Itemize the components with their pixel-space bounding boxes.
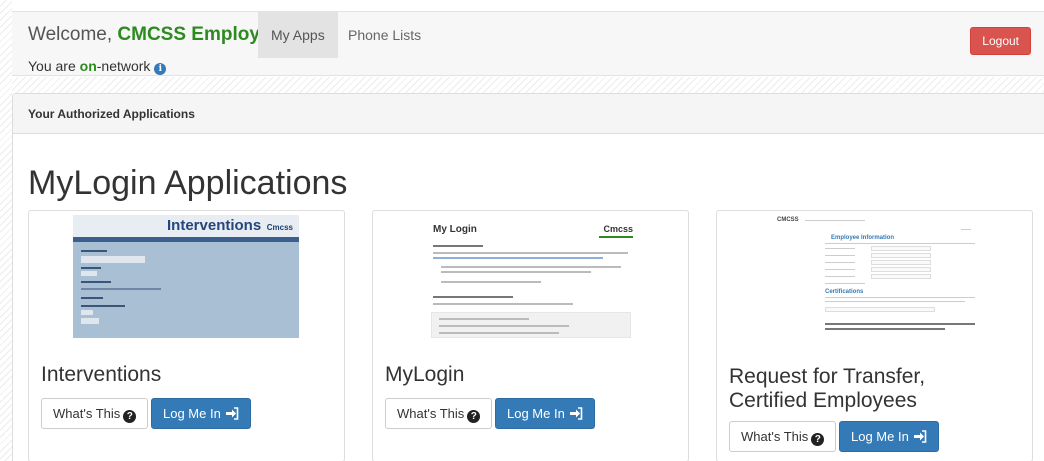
app-card-interventions: Interventions Cmcss Interventions What's… — [28, 210, 345, 461]
app-title: Interventions — [41, 363, 162, 386]
tab-phone-lists[interactable]: Phone Lists — [335, 12, 434, 58]
welcome-text: Welcome, CMCSS Employee — [28, 24, 281, 46]
cmcss-logo: Cmcss — [603, 224, 633, 234]
authorized-apps-panel: Your Authorized Applications MyLogin App… — [12, 93, 1044, 461]
request-transfer-thumbnail[interactable]: CMCSS Employee Information Certification… — [761, 215, 987, 338]
log-me-in-label: Log Me In — [163, 406, 221, 421]
app-card-request-transfer: CMCSS Employee Information Certification… — [716, 210, 1033, 461]
mylogin-thumbnail[interactable]: My Login Cmcss — [417, 215, 643, 338]
whats-this-button[interactable]: What's This? — [385, 398, 493, 429]
thumbnail-title: My Login — [433, 224, 477, 235]
login-icon — [913, 424, 927, 453]
network-prefix: You are — [28, 58, 76, 74]
network-status: You are on-network i — [28, 58, 167, 75]
whats-this-label: What's This — [397, 406, 465, 421]
log-me-in-label: Log Me In — [851, 429, 909, 444]
tab-my-apps[interactable]: My Apps — [258, 12, 338, 58]
whats-this-button[interactable]: What's This? — [729, 421, 837, 452]
question-icon: ? — [123, 410, 137, 423]
app-title: MyLogin — [385, 363, 465, 386]
app-title-line-2: Certified Employees — [729, 389, 917, 412]
whats-this-label: What's This — [741, 429, 809, 444]
network-on-label: on — [79, 58, 97, 74]
whats-this-button[interactable]: What's This? — [41, 398, 149, 429]
left-rail — [0, 0, 12, 461]
navbar: Welcome, CMCSS Employee You are on-netwo… — [12, 11, 1044, 76]
network-suffix: -network — [96, 58, 151, 74]
thumbnail-section: Employee Information — [831, 235, 895, 241]
whats-this-label: What's This — [53, 406, 121, 421]
thumbnail-header: CMCSS — [777, 217, 799, 223]
thumbnail-section-2: Certifications — [825, 289, 864, 295]
user-name: CMCSS Employee — [117, 24, 282, 45]
logout-button[interactable]: Logout — [970, 27, 1031, 55]
question-icon: ? — [467, 410, 481, 423]
log-me-in-label: Log Me In — [507, 406, 565, 421]
welcome-prefix: Welcome, — [28, 24, 113, 45]
app-title-line-1: Request for Transfer, — [729, 365, 926, 388]
app-title: Request for Transfer, Certified Employee… — [729, 365, 925, 413]
panel-heading: Your Authorized Applications — [13, 94, 1044, 134]
question-icon: ? — [811, 433, 825, 446]
log-me-in-button[interactable]: Log Me In — [839, 421, 939, 452]
app-card-mylogin: My Login Cmcss MyLogin What's This? Log … — [372, 210, 689, 461]
thumbnail-title: Interventions — [167, 217, 262, 234]
log-me-in-button[interactable]: Log Me In — [495, 398, 595, 429]
hatched-divider — [12, 77, 1044, 93]
login-icon — [225, 401, 239, 430]
section-title: MyLogin Applications — [28, 164, 348, 202]
interventions-thumbnail[interactable]: Interventions Cmcss — [73, 215, 299, 338]
cmcss-logo: Cmcss — [266, 223, 293, 232]
info-icon[interactable]: i — [154, 63, 167, 75]
login-icon — [569, 401, 583, 430]
log-me-in-button[interactable]: Log Me In — [151, 398, 251, 429]
